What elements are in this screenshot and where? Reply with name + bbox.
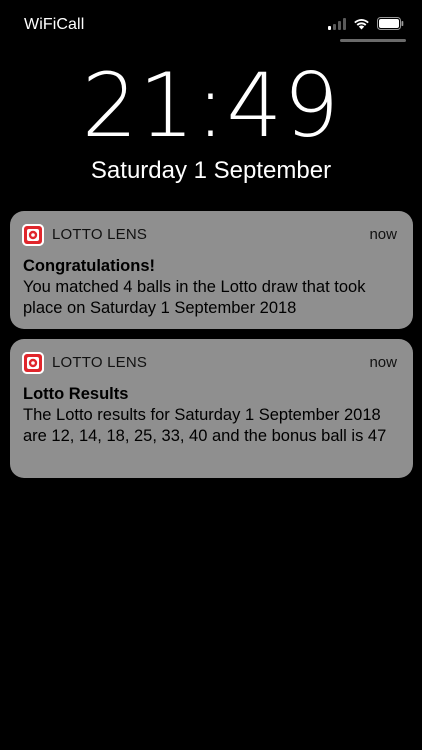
battery-icon <box>377 17 404 30</box>
notification-card[interactable]: LOTTO LENS now Lotto Results The Lotto r… <box>10 339 413 478</box>
notification-header: LOTTO LENS now <box>22 352 397 374</box>
notification-app-name: LOTTO LENS <box>52 354 148 371</box>
notification-message: The Lotto results for Saturday 1 Septemb… <box>23 406 387 445</box>
notification-card[interactable]: LOTTO LENS now Congratulations! You matc… <box>10 211 413 329</box>
notification-content: Lotto Results The Lotto results for Satu… <box>23 384 399 447</box>
carrier-label: WiFiCall <box>24 16 85 33</box>
control-center-grabber[interactable] <box>340 39 406 42</box>
lock-screen-time: 21:49 <box>81 54 341 157</box>
notification-header: LOTTO LENS now <box>22 224 397 246</box>
status-icons <box>328 17 404 30</box>
status-bar: WiFiCall <box>0 0 422 44</box>
notification-message: You matched 4 balls in the Lotto draw th… <box>23 278 366 317</box>
notification-time: now <box>369 226 397 243</box>
notification-time: now <box>369 354 397 371</box>
signal-icon <box>328 17 346 30</box>
notification-title: Lotto Results <box>23 385 129 403</box>
notification-title: Congratulations! <box>23 257 155 275</box>
lotto-lens-app-icon <box>22 224 44 246</box>
lotto-lens-app-icon <box>22 352 44 374</box>
notification-app-name: LOTTO LENS <box>52 226 148 243</box>
wifi-icon <box>353 17 370 30</box>
notification-content: Congratulations! You matched 4 balls in … <box>23 256 399 319</box>
lock-screen-date: Saturday 1 September <box>90 157 332 184</box>
